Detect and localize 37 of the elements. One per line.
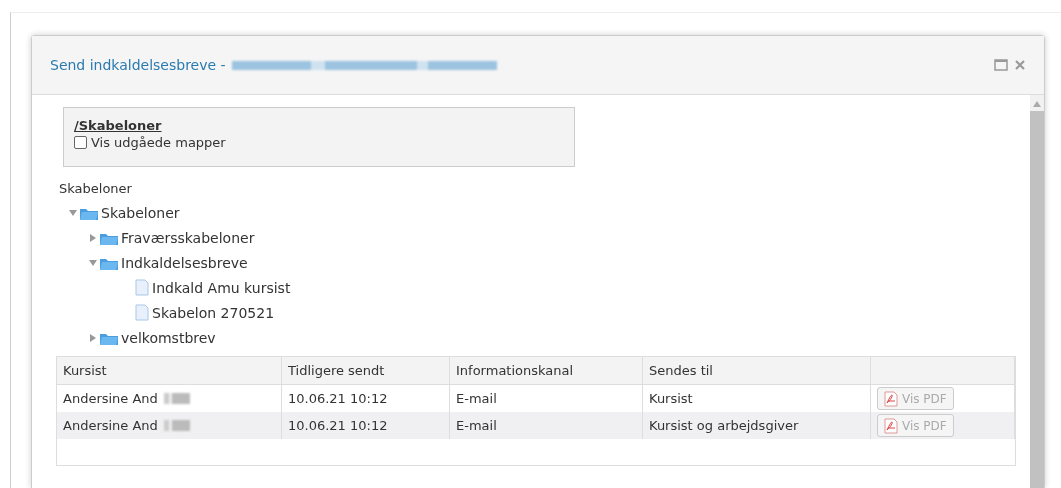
folder-label[interactable]: Skabeloner [101,204,180,221]
blurred-text [163,420,190,431]
table-cell: E-mail [456,418,497,433]
collapsed-arrow-icon[interactable] [89,333,97,342]
folder-path-link[interactable]: /Skabeloner [74,118,162,133]
column-header: Sendes til [643,357,871,385]
expanded-arrow-icon[interactable] [69,208,77,217]
column-header: Informationskanal [450,357,643,385]
checkbox-label: Vis udgåede mapper [91,135,226,150]
collapsed-arrow-icon[interactable] [89,233,97,242]
scrollbar-thumb[interactable] [1030,111,1044,488]
table-cell: Andersine And [63,418,158,433]
column-header: Kursist [57,357,282,385]
table-cell: E-mail [456,391,497,406]
pdf-icon [884,390,898,407]
column-header: Tidligere sendt [282,357,450,385]
folder-label[interactable]: Fraværsskabeloner [121,229,255,246]
file-label[interactable]: Indkald Amu kursist [152,279,291,296]
folder-label[interactable]: velkomstbrev [121,329,216,346]
close-icon[interactable] [1014,59,1026,71]
table-cell: Kursist og arbejdsgiver [649,418,799,433]
maximize-icon[interactable] [994,59,1008,71]
table-cell: 10.06.21 10:12 [288,391,388,406]
file-label[interactable]: Skabelon 270521 [152,304,275,321]
expanded-arrow-icon[interactable] [89,258,97,267]
document-icon [135,304,149,321]
dialog-title: Send indkaldelsesbreve - [50,57,226,73]
document-icon [135,279,149,296]
pdf-icon [884,417,898,434]
tree-label: Skabeloner [59,181,133,196]
folder-label[interactable]: Indkaldelsesbreve [121,254,248,271]
table-cell: 10.06.21 10:12 [288,418,388,433]
checkbox[interactable] [74,136,87,149]
blurred-text [163,393,190,404]
table-cell: Andersine And [63,391,158,406]
table-cell: Kursist [649,391,693,406]
scroll-up-icon[interactable] [1033,101,1041,107]
